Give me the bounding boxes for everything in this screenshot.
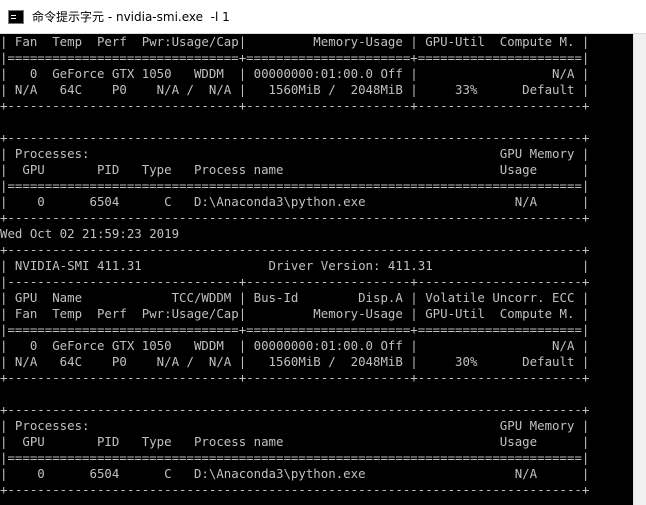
console-line: +---------------------------------------… [0,482,590,497]
console-line: | N/A 64C P0 N/A / N/A | 1560MiB / 2048M… [0,82,590,97]
console-line: | 0 6504 C D:\Anaconda3\python.exe N/A | [0,194,590,209]
window-title: 命令提示字元 - nvidia-smi.exe -l 1 [32,10,230,24]
console-line: | Fan Temp Perf Pwr:Usage/Cap| Memory-Us… [0,34,590,49]
console-line: |=======================================… [0,178,590,193]
console-line: | N/A 64C P0 N/A / N/A | 1560MiB / 2048M… [0,354,590,369]
console-line: | NVIDIA-SMI 411.31 Driver Version: 411.… [0,258,590,273]
console-line: | Processes: GPU Memory | [0,146,590,161]
console-line: +---------------------------------------… [0,210,590,225]
console-line: |===============================+=======… [0,50,590,65]
console-output[interactable]: | Fan Temp Perf Pwr:Usage/Cap| Memory-Us… [0,34,634,505]
title-bar[interactable]: 命令提示字元 - nvidia-smi.exe -l 1 [0,0,646,34]
console-line: | GPU PID Type Process name Usage | [0,162,590,177]
console-line: | 0 GeForce GTX 1050 WDDM | 00000000:01:… [0,66,590,81]
console-line: | Processes: GPU Memory | [0,418,590,433]
console-line: |-------------------------------+-------… [0,274,590,289]
console-line: Wed Oct 02 21:59:23 2019 [0,226,180,241]
console-line: |=======================================… [0,450,590,465]
console-line: | 0 GeForce GTX 1050 WDDM | 00000000:01:… [0,338,590,353]
console-line: +-------------------------------+-------… [0,98,590,113]
console-line: +-------------------------------+-------… [0,370,590,385]
console-line: | GPU PID Type Process name Usage | [0,434,590,449]
vertical-scrollbar[interactable] [633,34,646,505]
console-line: +---------------------------------------… [0,402,590,417]
console-line: +---------------------------------------… [0,130,590,145]
console-line: +---------------------------------------… [0,242,590,257]
console-app-icon [8,9,24,24]
console-window: 命令提示字元 - nvidia-smi.exe -l 1 | Fan Temp … [0,0,646,505]
console-line: | GPU Name TCC/WDDM | Bus-Id Disp.A | Vo… [0,290,590,305]
console-line: | Fan Temp Perf Pwr:Usage/Cap| Memory-Us… [0,306,590,321]
console-line: |===============================+=======… [0,322,590,337]
console-line: | 0 6504 C D:\Anaconda3\python.exe N/A | [0,466,590,481]
